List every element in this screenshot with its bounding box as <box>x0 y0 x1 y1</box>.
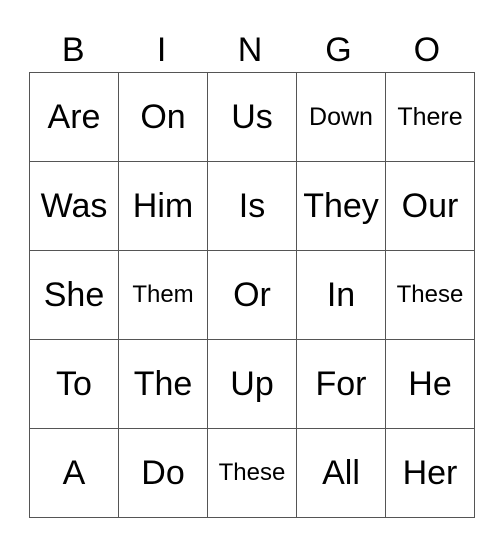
bingo-cell[interactable]: Or <box>207 250 297 340</box>
bingo-cell[interactable]: In <box>296 250 386 340</box>
bingo-cell[interactable]: She <box>29 250 119 340</box>
grid-row: She Them Or In These <box>29 250 475 340</box>
bingo-cell[interactable]: Is <box>207 161 297 251</box>
bingo-header: B I N G O <box>29 28 471 72</box>
bingo-cell[interactable]: There <box>385 72 475 162</box>
header-letter-b: B <box>61 31 85 69</box>
bingo-cell[interactable]: These <box>207 428 297 518</box>
bingo-cell[interactable]: All <box>296 428 386 518</box>
grid-row: Was Him Is They Our <box>29 161 475 251</box>
bingo-cell[interactable]: On <box>118 72 208 162</box>
bingo-cell[interactable]: Was <box>29 161 119 251</box>
bingo-cell[interactable]: Down <box>296 72 386 162</box>
bingo-grid: Are On Us Down There Was Him Is They Our… <box>29 72 475 518</box>
bingo-cell[interactable]: They <box>296 161 386 251</box>
grid-row: To The Up For He <box>29 339 475 429</box>
bingo-cell[interactable]: Our <box>385 161 475 251</box>
bingo-cell[interactable]: Are <box>29 72 119 162</box>
grid-row: A Do These All Her <box>29 428 475 518</box>
bingo-cell[interactable]: To <box>29 339 119 429</box>
bingo-cell[interactable]: Do <box>118 428 208 518</box>
bingo-cell[interactable]: Them <box>118 250 208 340</box>
header-letter-n: N <box>237 31 263 69</box>
bingo-cell[interactable]: Up <box>207 339 297 429</box>
bingo-cell[interactable]: A <box>29 428 119 518</box>
bingo-cell[interactable]: The <box>118 339 208 429</box>
header-letter-i: I <box>156 31 167 69</box>
bingo-cell[interactable]: These <box>385 250 475 340</box>
bingo-cell[interactable]: He <box>385 339 475 429</box>
grid-row: Are On Us Down There <box>29 72 475 162</box>
header-letter-o: O <box>413 31 441 69</box>
header-letter-g: G <box>325 31 352 69</box>
bingo-cell[interactable]: For <box>296 339 386 429</box>
bingo-cell[interactable]: Us <box>207 72 297 162</box>
bingo-cell[interactable]: Her <box>385 428 475 518</box>
bingo-cell[interactable]: Him <box>118 161 208 251</box>
